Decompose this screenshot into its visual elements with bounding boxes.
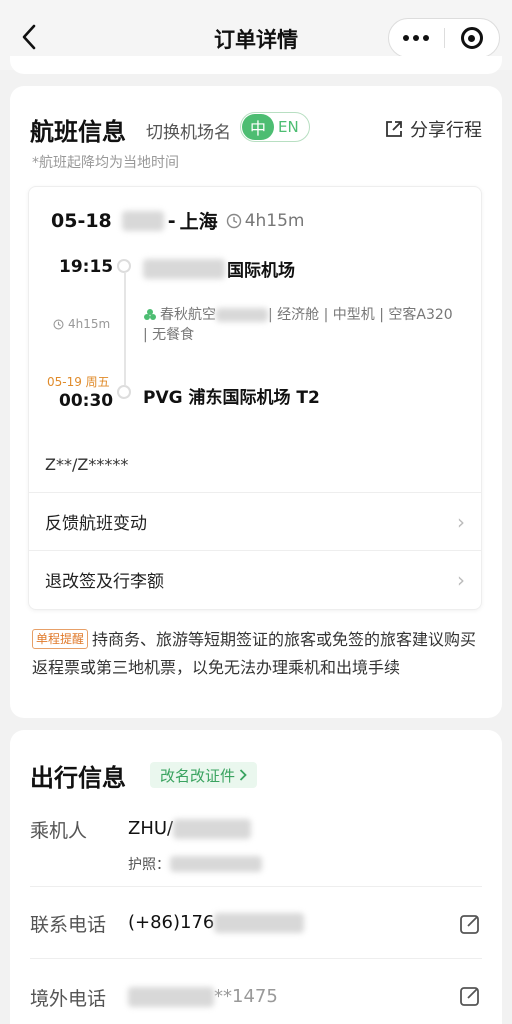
redacted-contact-phone bbox=[214, 912, 305, 933]
meal-info: | 无餐食 bbox=[143, 327, 195, 343]
route-dash: - bbox=[167, 209, 176, 232]
departure-airport-suffix: 国际机场 bbox=[227, 261, 295, 281]
airline-logo-icon bbox=[144, 309, 156, 320]
timezone-note: *航班起降均为当地时间 bbox=[32, 155, 179, 171]
chevron-right-icon: › bbox=[457, 509, 465, 534]
mini-program-capsule bbox=[388, 18, 500, 58]
passport-label: 护照： bbox=[128, 857, 170, 873]
arrival-dot bbox=[117, 385, 131, 399]
route-header: 05-18 - 上海 4h15m bbox=[51, 207, 304, 234]
flight-details: 春秋航空 | 经济舱 | 中型机 | 空客A320 | 无餐食 bbox=[143, 305, 463, 345]
language-toggle[interactable]: 中 EN bbox=[240, 112, 310, 142]
flight-segment: 05-18 - 上海 4h15m 19:15 国际机场 4h15m 春秋航空 |… bbox=[28, 186, 482, 610]
rename-label: 改名改证件 bbox=[160, 766, 236, 785]
contact-phone-label: 联系电话 bbox=[30, 914, 107, 936]
route-date: 05-18 bbox=[51, 209, 112, 232]
chevron-right-icon: › bbox=[457, 567, 465, 592]
arrival-time: 00:30 bbox=[59, 391, 114, 411]
passenger-name: ZHU/ bbox=[128, 818, 252, 839]
redacted-overseas-phone bbox=[128, 986, 214, 1007]
flight-details-rest: | 经济舱 | 中型机 | 空客A320 bbox=[268, 307, 453, 323]
divider bbox=[30, 886, 482, 887]
redacted-passenger-name bbox=[173, 818, 252, 839]
redacted-flight-number bbox=[216, 308, 268, 322]
section-title-travel: 出行信息 bbox=[30, 764, 126, 792]
feedback-flight-change-row[interactable]: 反馈航班变动 › bbox=[29, 492, 481, 550]
refund-baggage-row[interactable]: 退改签及行李额 › bbox=[29, 550, 481, 608]
airline-name: 春秋航空 bbox=[160, 307, 216, 323]
edit-icon[interactable] bbox=[458, 984, 482, 1008]
contact-phone-text: (+86)176 bbox=[128, 912, 215, 933]
target-icon bbox=[460, 27, 483, 49]
arrival-airport: PVG 浦东国际机场 T2 bbox=[143, 388, 320, 408]
timeline-line bbox=[124, 273, 126, 385]
overseas-phone-text: **1475 bbox=[214, 986, 278, 1007]
departure-time: 19:15 bbox=[59, 257, 114, 277]
route-destination: 上海 bbox=[179, 211, 218, 233]
share-itinerary-button[interactable]: 分享行程 bbox=[384, 116, 482, 142]
reminder-badge: 单程提醒 bbox=[32, 629, 89, 649]
edit-icon[interactable] bbox=[458, 912, 482, 936]
departure-airport: 国际机场 bbox=[143, 256, 295, 281]
passport-info: 护照： bbox=[128, 854, 262, 874]
passenger-name-text: ZHU/ bbox=[128, 818, 174, 839]
clock-icon bbox=[53, 318, 64, 330]
route-duration: 4h15m bbox=[244, 210, 305, 231]
section-title-flight: 航班信息 bbox=[30, 118, 126, 146]
departure-dot bbox=[117, 259, 131, 273]
overseas-phone-value: **1475 bbox=[128, 986, 278, 1007]
passenger-label: 乘机人 bbox=[30, 820, 88, 842]
share-label: 分享行程 bbox=[410, 120, 482, 141]
contact-phone-value: (+86)176 bbox=[128, 912, 305, 933]
lang-en-option[interactable]: EN bbox=[278, 118, 299, 136]
redacted-departure-airport bbox=[143, 258, 225, 279]
one-way-reminder: 单程提醒 持商务、旅游等短期签证的旅客或免签的旅客建议购买返程票或第三地机票，以免… bbox=[32, 626, 484, 682]
arrival-date: 05-19 周五 bbox=[47, 375, 110, 389]
switch-airport-name-label: 切换机场名 bbox=[146, 123, 231, 143]
divider bbox=[30, 958, 482, 959]
redacted-passport-number bbox=[170, 856, 262, 872]
feedback-label: 反馈航班变动 bbox=[45, 514, 147, 534]
refund-baggage-label: 退改签及行李额 bbox=[45, 572, 164, 592]
share-icon bbox=[386, 121, 402, 137]
segment-duration-text: 4h15m bbox=[68, 317, 111, 331]
chevron-right-icon bbox=[239, 769, 247, 781]
rename-document-button[interactable]: 改名改证件 bbox=[150, 762, 258, 788]
clock-icon bbox=[226, 213, 241, 228]
reminder-text: 持商务、旅游等短期签证的旅客或免签的旅客建议购买返程票或第三地机票，以免无法办理… bbox=[32, 630, 477, 677]
close-mini-program-button[interactable] bbox=[444, 27, 499, 49]
redacted-origin bbox=[121, 210, 164, 231]
overseas-phone-label: 境外电话 bbox=[30, 988, 107, 1010]
segment-duration: 4h15m bbox=[53, 317, 110, 331]
lang-cn-option[interactable]: 中 bbox=[242, 114, 274, 140]
pnr-code: Z**/Z***** bbox=[45, 455, 129, 474]
travel-info-card: 出行信息 改名改证件 乘机人 ZHU/ 护照： 联系电话 (+86)176 境外… bbox=[10, 730, 502, 1024]
more-button[interactable] bbox=[389, 35, 444, 41]
flight-info-card: 航班信息 切换机场名 中 EN 分享行程 *航班起降均为当地时间 05-18 -… bbox=[10, 86, 502, 718]
previous-card-edge bbox=[10, 56, 502, 74]
